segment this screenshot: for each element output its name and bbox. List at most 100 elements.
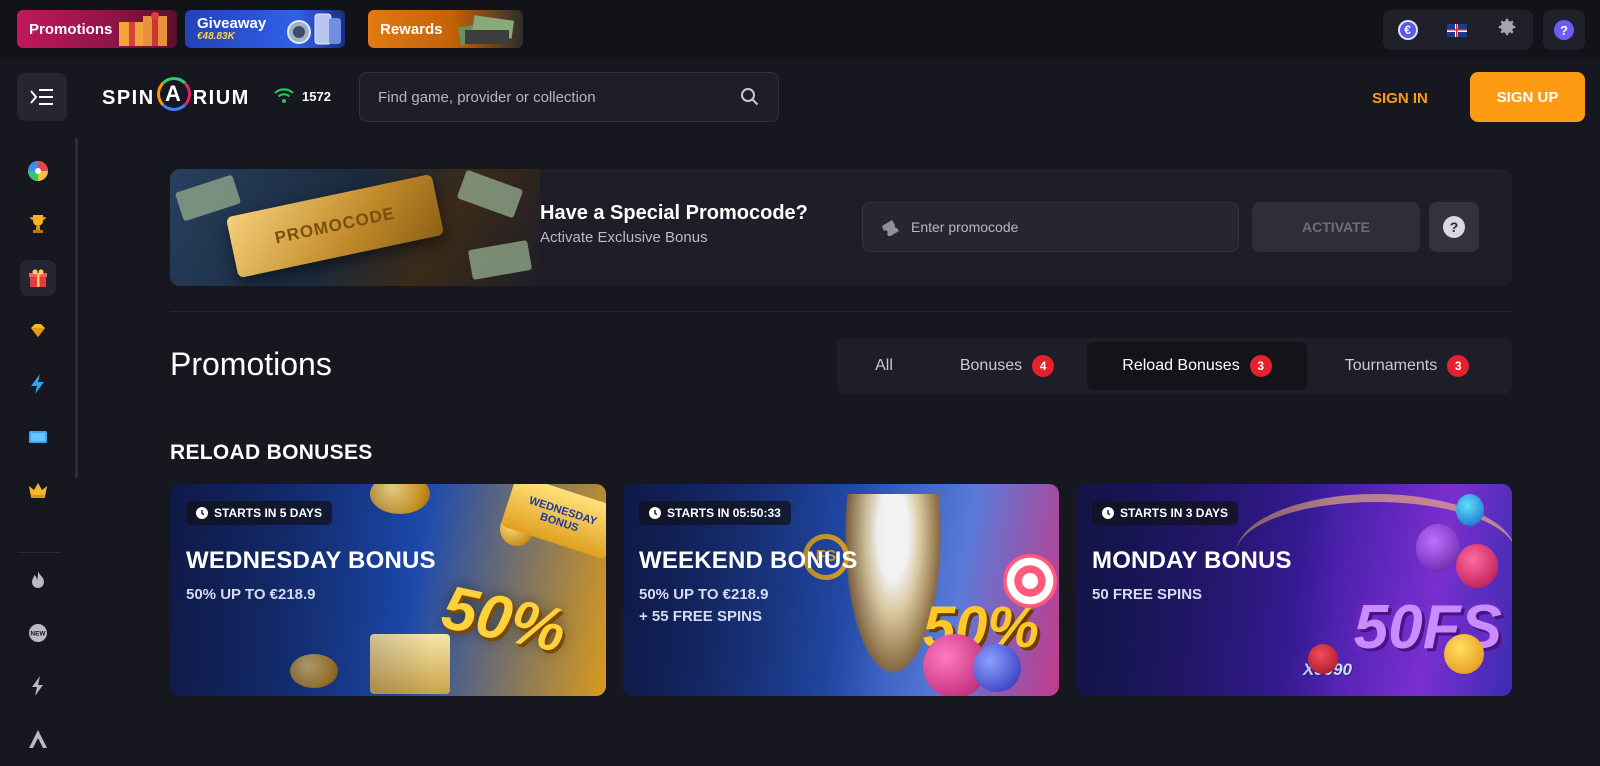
card-subtitle: 50% UP TO €218.9: [186, 584, 316, 606]
lollipop-image: [1003, 554, 1057, 608]
sign-up-button[interactable]: SIGN UP: [1470, 72, 1585, 122]
cash-stack-icon: [457, 15, 515, 46]
promocode-text: Have a Special Promocode? Activate Exclu…: [540, 202, 808, 246]
diamond-icon: [31, 324, 45, 337]
promocode-subtitle: Activate Exclusive Bonus: [540, 229, 708, 246]
card-line-1: 50 FREE SPINS: [1092, 586, 1203, 603]
online-counter: 1572: [274, 88, 331, 104]
gift-boxes-icon: [119, 12, 167, 46]
sidebar-scrollbar[interactable]: [75, 138, 78, 478]
card-timer-text: STARTS IN 3 DAYS: [1120, 506, 1229, 520]
bolt-icon: [32, 676, 43, 696]
help-icon: ?: [1443, 216, 1465, 238]
clock-icon: [649, 507, 661, 519]
sidebar: NEW: [0, 138, 80, 766]
count-badge: 4: [1032, 355, 1055, 377]
clock-icon: [196, 507, 208, 519]
tab-label: Tournaments: [1344, 357, 1438, 374]
berry-monster-image: [1456, 544, 1498, 588]
activate-button[interactable]: ACTIVATE: [1252, 202, 1420, 252]
new-badge-icon: NEW: [29, 624, 47, 642]
ticket-icon: [882, 220, 899, 236]
promotions-pill-label: Promotions: [29, 20, 113, 38]
card-timer: STARTS IN 3 DAYS: [1092, 501, 1239, 525]
card-line-2: + 55 FREE SPINS: [639, 608, 762, 625]
grape-monster-image: [1416, 524, 1460, 572]
sidebar-item-promotions[interactable]: [20, 260, 56, 296]
logo-text-left: SPIN: [102, 86, 155, 109]
banknote-image: [456, 169, 524, 219]
tab-bonuses[interactable]: Bonuses 4: [927, 342, 1087, 390]
tab-reload-bonuses[interactable]: Reload Bonuses 3: [1087, 342, 1307, 390]
card-subtitle: 50 FREE SPINS: [1092, 584, 1202, 606]
menu-toggle-button[interactable]: [17, 73, 67, 121]
promocode-help-button[interactable]: ?: [1429, 202, 1479, 252]
banknote-image: [467, 240, 533, 280]
site-logo[interactable]: SPIN A RIUM: [102, 77, 250, 111]
card-timer: STARTS IN 5 DAYS: [186, 501, 333, 525]
squid-image: [1456, 494, 1484, 526]
promotion-tabs: All Bonuses 4 Reload Bonuses 3 Tournamen…: [837, 338, 1512, 394]
sidebar-item-wheel[interactable]: [20, 153, 56, 189]
tab-tournaments[interactable]: Tournaments 3: [1307, 342, 1507, 390]
fifty-percent-art: 50%: [436, 572, 572, 667]
giveaway-pill[interactable]: Giveaway €48.83K: [185, 10, 345, 48]
sidebar-item-tickets[interactable]: [20, 419, 56, 455]
gear-icon[interactable]: [1496, 16, 1518, 44]
ticket-icon: [29, 431, 47, 443]
section-title: RELOAD BONUSES: [170, 441, 373, 464]
sidebar-item-vip[interactable]: [20, 313, 56, 349]
card-subtitle: 50% UP TO €218.9 + 55 FREE SPINS: [639, 584, 769, 628]
lightning-icon: [31, 374, 44, 394]
promo-card-weekend[interactable]: FS 50% STARTS IN 05:50:33 WEEKEND BONUS …: [623, 484, 1059, 696]
promotions-pill[interactable]: Promotions: [17, 10, 177, 48]
banknote-image: [174, 174, 242, 222]
tab-all[interactable]: All: [841, 342, 927, 390]
sidebar-item-tournaments[interactable]: [20, 206, 56, 242]
search-icon[interactable]: [740, 87, 760, 107]
promo-card-monday[interactable]: 50FS X9990 STARTS IN 3 DAYS MONDAY BONUS…: [1076, 484, 1512, 696]
promo-card-wednesday[interactable]: WEDNESDAY BONUS 50% STARTS IN 5 DAYS WED…: [170, 484, 606, 696]
watch-phone-icon: [287, 13, 341, 45]
tab-label: Bonuses: [959, 357, 1023, 374]
card-title: WEDNESDAY BONUS: [186, 547, 436, 574]
clock-icon: [1102, 507, 1114, 519]
wednesday-sign-image: WEDNESDAY BONUS: [500, 484, 606, 560]
uk-flag-icon[interactable]: [1446, 23, 1467, 37]
search-box: [359, 72, 779, 122]
promocode-title: Have a Special Promocode?: [540, 202, 808, 224]
sidebar-item-brand[interactable]: [20, 721, 56, 757]
sidebar-item-hot[interactable]: [20, 562, 56, 598]
menu-collapse-icon: [30, 89, 53, 105]
tab-label: Reload Bonuses: [1122, 357, 1240, 374]
sign-in-button[interactable]: SIGN IN: [1372, 90, 1428, 107]
logo-text-right: RIUM: [192, 86, 250, 109]
euro-currency-icon[interactable]: €: [1397, 20, 1418, 40]
tab-label: All: [875, 357, 893, 374]
sidebar-divider: [18, 552, 60, 553]
grape-image: [973, 644, 1021, 692]
sidebar-item-new[interactable]: NEW: [20, 615, 56, 651]
lemon-monster-image: [1444, 634, 1484, 674]
promocode-field: [862, 202, 1239, 252]
logo-a-icon: [29, 730, 47, 748]
promocode-panel: PROMOCODE Have a Special Promocode? Acti…: [170, 169, 1512, 286]
section-divider: [170, 311, 1512, 312]
card-timer-text: STARTS IN 5 DAYS: [214, 506, 323, 520]
help-button[interactable]: ?: [1543, 10, 1585, 50]
card-title: WEEKEND BONUS: [639, 547, 858, 574]
sidebar-item-fast[interactable]: [20, 668, 56, 704]
logo-a-mark: A: [156, 77, 191, 111]
search-input[interactable]: [378, 88, 718, 106]
page-title: Promotions: [170, 346, 332, 382]
card-timer: STARTS IN 05:50:33: [639, 501, 791, 525]
header: SPIN A RIUM 1572 SIGN IN SIGN UP: [0, 57, 1600, 138]
sidebar-item-crown[interactable]: [20, 472, 56, 508]
promocode-input[interactable]: [911, 219, 1211, 235]
promocode-banner-art: PROMOCODE: [170, 169, 540, 286]
rewards-pill[interactable]: Rewards: [368, 10, 523, 48]
count-badge: 3: [1249, 355, 1272, 377]
wifi-icon: [274, 88, 294, 103]
svg-text:NEW: NEW: [30, 631, 46, 638]
sidebar-item-boost[interactable]: [20, 366, 56, 402]
